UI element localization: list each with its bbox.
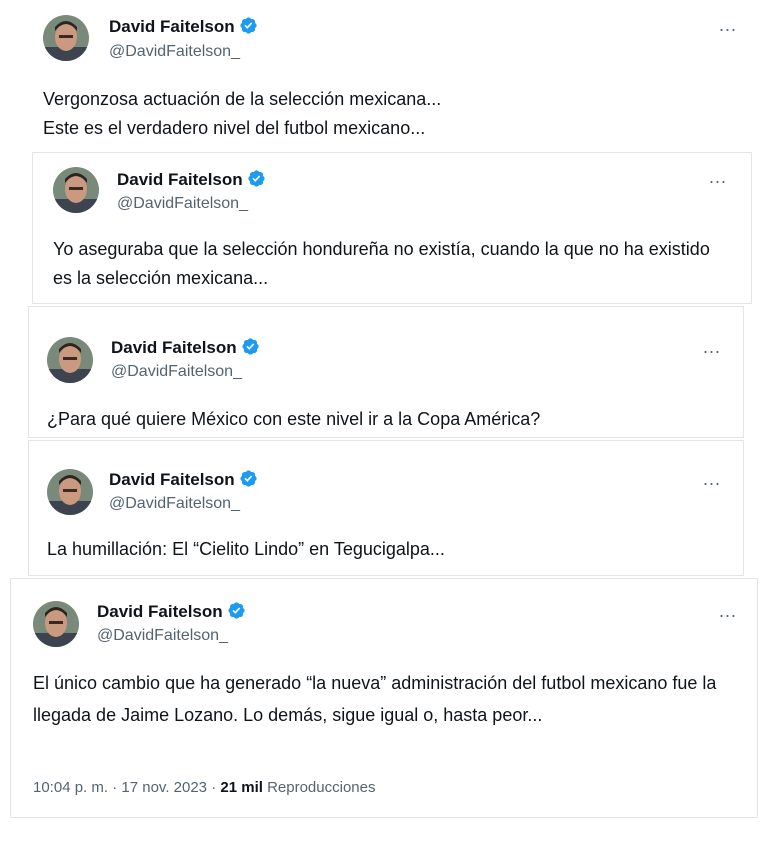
more-options-icon[interactable]: ... <box>703 337 721 358</box>
verified-badge-icon <box>242 338 259 355</box>
author-handle[interactable]: @DavidFaitelson_ <box>109 43 240 61</box>
author-handle[interactable]: @DavidFaitelson_ <box>109 495 240 513</box>
author-handle[interactable]: @DavidFaitelson_ <box>111 363 242 381</box>
verified-badge-icon <box>228 602 245 619</box>
more-options-icon[interactable]: ... <box>709 167 727 188</box>
verified-badge-icon <box>240 17 257 34</box>
verified-badge-icon <box>248 170 265 187</box>
tweet-text: Vergonzosa actuación de la selección mex… <box>43 89 442 138</box>
avatar[interactable] <box>53 167 99 213</box>
more-options-icon[interactable]: ... <box>703 469 721 490</box>
avatar[interactable] <box>33 601 79 647</box>
author-name[interactable]: David Faitelson <box>109 16 258 37</box>
tweet-text: ¿Para qué quiere México con este nivel i… <box>47 409 541 429</box>
author-name[interactable]: David Faitelson <box>97 601 246 622</box>
tweet-card: David Faitelson @DavidFaitelson_ ... La … <box>28 440 744 576</box>
tweet-date[interactable]: 17 nov. 2023 <box>121 779 207 796</box>
tweet-text: Yo aseguraba que la selección hondureña … <box>53 239 710 288</box>
meta-separator: · <box>207 779 221 796</box>
tweet-text: La humillación: El “Cielito Lindo” en Te… <box>47 539 445 559</box>
tweet-card: David Faitelson @DavidFaitelson_ ... Ver… <box>22 2 762 152</box>
author-name-text[interactable]: David Faitelson <box>109 17 235 36</box>
tweet-card: David Faitelson @DavidFaitelson_ ... El … <box>10 578 758 818</box>
verified-badge-icon <box>240 470 257 487</box>
author-name[interactable]: David Faitelson <box>111 337 260 358</box>
more-options-icon[interactable]: ... <box>719 601 737 622</box>
author-name-text[interactable]: David Faitelson <box>97 602 223 621</box>
tweet-meta: 10:04 p. m. · 17 nov. 2023 · 21 mil Repr… <box>33 779 375 796</box>
author-name-text[interactable]: David Faitelson <box>111 338 237 357</box>
author-name[interactable]: David Faitelson <box>117 169 266 190</box>
avatar[interactable] <box>43 15 89 61</box>
author-name-text[interactable]: David Faitelson <box>109 470 235 489</box>
author-handle[interactable]: @DavidFaitelson_ <box>117 195 248 213</box>
tweet-card: David Faitelson @DavidFaitelson_ ... Yo … <box>32 152 752 304</box>
tweet-time[interactable]: 10:04 p. m. <box>33 779 108 796</box>
author-name[interactable]: David Faitelson <box>109 469 258 490</box>
views-count: 21 mil <box>220 779 263 796</box>
author-name-text[interactable]: David Faitelson <box>117 170 243 189</box>
avatar[interactable] <box>47 469 93 515</box>
author-handle[interactable]: @DavidFaitelson_ <box>97 627 228 645</box>
avatar[interactable] <box>47 337 93 383</box>
meta-separator: · <box>108 779 122 796</box>
tweet-text: El único cambio que ha generado “la nuev… <box>33 673 717 725</box>
more-options-icon[interactable]: ... <box>719 15 737 36</box>
tweet-card: David Faitelson @DavidFaitelson_ ... ¿Pa… <box>28 306 744 438</box>
views-label: Reproducciones <box>267 779 376 796</box>
